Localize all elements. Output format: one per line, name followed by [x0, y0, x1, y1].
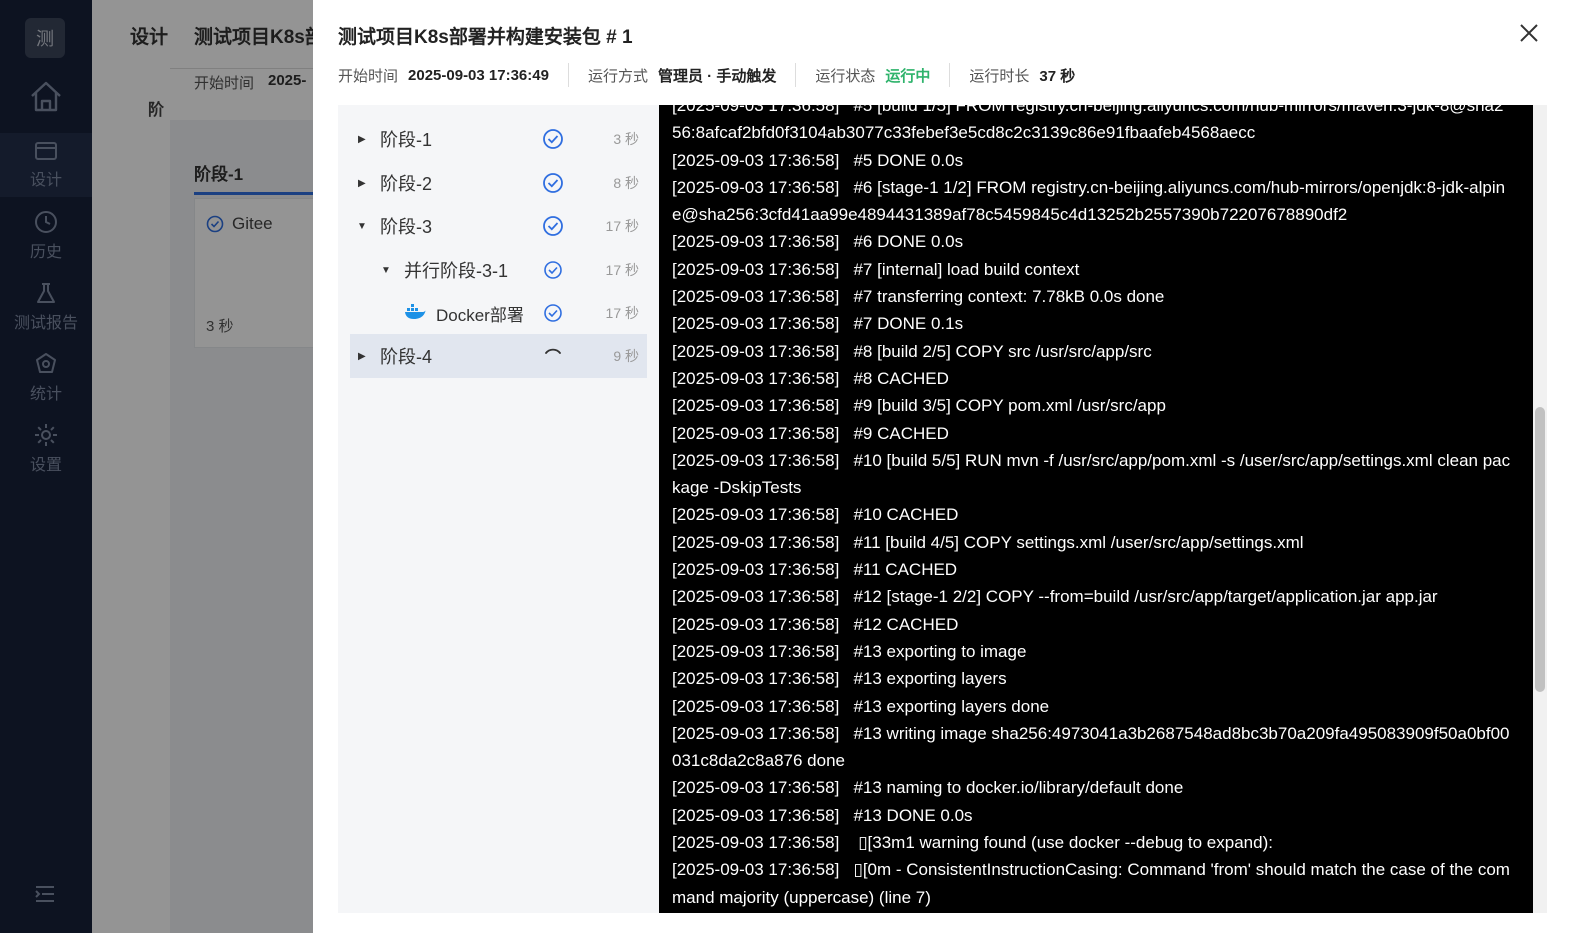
- log-line: [2025-09-03 17:36:58] #5 DONE 0.0s: [672, 150, 964, 170]
- log-line: [2025-09-03 17:36:58] #10 CACHED: [672, 505, 959, 525]
- modal-overlay[interactable]: [0, 0, 313, 933]
- run-status-value: 运行中: [885, 67, 931, 85]
- stage-duration: 9 秒: [613, 348, 639, 364]
- stage-duration: 3 秒: [613, 131, 639, 147]
- caret-right-icon[interactable]: ▶: [358, 134, 366, 145]
- check-circle-icon: [542, 259, 564, 286]
- log-line: [2025-09-03 17:36:58] #7 transferring co…: [672, 287, 1165, 307]
- parallel-stage-row[interactable]: ▼ 并行阶段-3-1 17 秒: [350, 248, 647, 292]
- log-line: [2025-09-03 17:36:58] #8 CACHED: [672, 368, 949, 388]
- run-mode-value: 管理员 · 手动触发: [657, 67, 777, 85]
- caret-right-icon[interactable]: ▶: [358, 351, 366, 362]
- stage-name: 阶段-3: [380, 217, 433, 237]
- stage-name: 阶段-1: [380, 130, 433, 150]
- log-line: [2025-09-03 17:36:58] #13 naming to dock…: [672, 778, 1184, 798]
- log-line: [2025-09-03 17:36:58] 镜像构建成功: [672, 911, 1512, 913]
- stage-tree: ▶ 阶段-1 3 秒 ▶ 阶段-2 8 秒 ▼ 阶段-3 17 秒 ▼ 并行阶段…: [338, 105, 659, 913]
- log-line: [2025-09-03 17:36:58] ▯[0m - ConsistentI…: [672, 860, 1510, 907]
- divider: [949, 63, 951, 87]
- stage-name: 阶段-4: [380, 347, 433, 367]
- stage-duration: 17 秒: [605, 218, 639, 234]
- log-line: [2025-09-03 17:36:58] ▯[33m1 warning fou…: [672, 833, 1273, 853]
- log-line: [2025-09-03 17:36:58] #13 exporting laye…: [672, 696, 1050, 716]
- start-time-label: 开始时间: [338, 67, 399, 85]
- log-line: [2025-09-03 17:36:58] #13 writing image …: [672, 723, 1510, 771]
- run-status-label: 运行状态: [815, 67, 876, 85]
- check-circle-icon: [542, 215, 564, 242]
- run-meta: 开始时间 2025-09-03 17:36:49 运行方式 管理员 · 手动触发…: [338, 63, 1076, 87]
- log-line: [2025-09-03 17:36:58] #8 [build 2/5] COP…: [672, 341, 1152, 361]
- stage-duration: 17 秒: [605, 262, 639, 278]
- docker-icon: [404, 303, 426, 326]
- log-line: [2025-09-03 17:36:58] #9 [build 3/5] COP…: [672, 396, 1166, 416]
- stage-duration: 8 秒: [613, 175, 639, 191]
- run-duration-value: 37 秒: [1039, 67, 1076, 85]
- run-detail-drawer: 测试项目K8s部署并构建安装包 # 1 开始时间 2025-09-03 17:3…: [313, 0, 1584, 933]
- caret-down-icon[interactable]: ▼: [357, 221, 367, 232]
- log-line: [2025-09-03 17:36:58] #6 DONE 0.0s: [672, 232, 964, 252]
- log-line: [2025-09-03 17:36:58] #11 [build 4/5] CO…: [672, 532, 1304, 552]
- log-content: [2025-09-03 17:36:58] #5 [build 1/5] FRO…: [672, 105, 1512, 913]
- caret-right-icon[interactable]: ▶: [358, 178, 366, 189]
- stage-name: 阶段-2: [380, 174, 433, 194]
- stage-row[interactable]: ▶ 阶段-2 8 秒: [350, 161, 647, 205]
- stage-row[interactable]: ▼ 阶段-3 17 秒: [350, 204, 647, 248]
- caret-down-icon[interactable]: ▼: [381, 265, 391, 276]
- stage-row[interactable]: ▶ 阶段-4 9 秒: [350, 334, 647, 378]
- stage-duration: 17 秒: [605, 305, 639, 321]
- log-line: [2025-09-03 17:36:58] #7 [internal] load…: [672, 259, 1080, 279]
- log-line: [2025-09-03 17:36:58] #9 CACHED: [672, 423, 949, 443]
- log-line: [2025-09-03 17:36:58] #13 DONE 0.0s: [672, 805, 973, 825]
- stage-name: 并行阶段-3-1: [404, 261, 509, 281]
- log-line: [2025-09-03 17:36:58] #13 exporting to i…: [672, 641, 1027, 661]
- run-duration-label: 运行时长: [969, 67, 1030, 85]
- check-circle-icon: [542, 302, 564, 329]
- stage-row[interactable]: ▶ 阶段-1 3 秒: [350, 117, 647, 161]
- log-line: [2025-09-03 17:36:58] #11 CACHED: [672, 560, 958, 580]
- close-icon[interactable]: [1518, 22, 1540, 44]
- divider: [567, 63, 569, 87]
- check-circle-icon: [542, 128, 564, 155]
- check-circle-icon: [542, 172, 564, 199]
- log-scrollbar[interactable]: [1533, 105, 1547, 913]
- log-line: [2025-09-03 17:36:58] #12 CACHED: [672, 614, 959, 634]
- log-console[interactable]: [2025-09-03 17:36:58] #5 [build 1/5] FRO…: [659, 105, 1533, 913]
- log-line: [2025-09-03 17:36:58] #10 [build 5/5] RU…: [672, 450, 1511, 498]
- log-line: [2025-09-03 17:36:58] #12 [stage-1 2/2] …: [672, 587, 1438, 607]
- task-name: Docker部署: [436, 305, 524, 325]
- log-line: [2025-09-03 17:36:58] #6 [stage-1 1/2] F…: [672, 177, 1506, 225]
- log-line: [2025-09-03 17:36:58] #7 DONE 0.1s: [672, 314, 964, 334]
- start-time-value: 2025-09-03 17:36:49: [408, 66, 549, 84]
- log-line: [2025-09-03 17:36:58] #13 exporting laye…: [672, 669, 1007, 689]
- divider: [795, 63, 797, 87]
- task-row[interactable]: Docker部署 17 秒: [350, 291, 647, 335]
- log-line: [2025-09-03 17:36:58] #5 [build 1/5] FRO…: [672, 105, 1504, 143]
- drawer-title: 测试项目K8s部署并构建安装包 # 1: [338, 27, 633, 48]
- loading-spinner-icon: [542, 345, 564, 372]
- scrollbar-thumb[interactable]: [1535, 407, 1545, 692]
- run-mode-label: 运行方式: [587, 67, 648, 85]
